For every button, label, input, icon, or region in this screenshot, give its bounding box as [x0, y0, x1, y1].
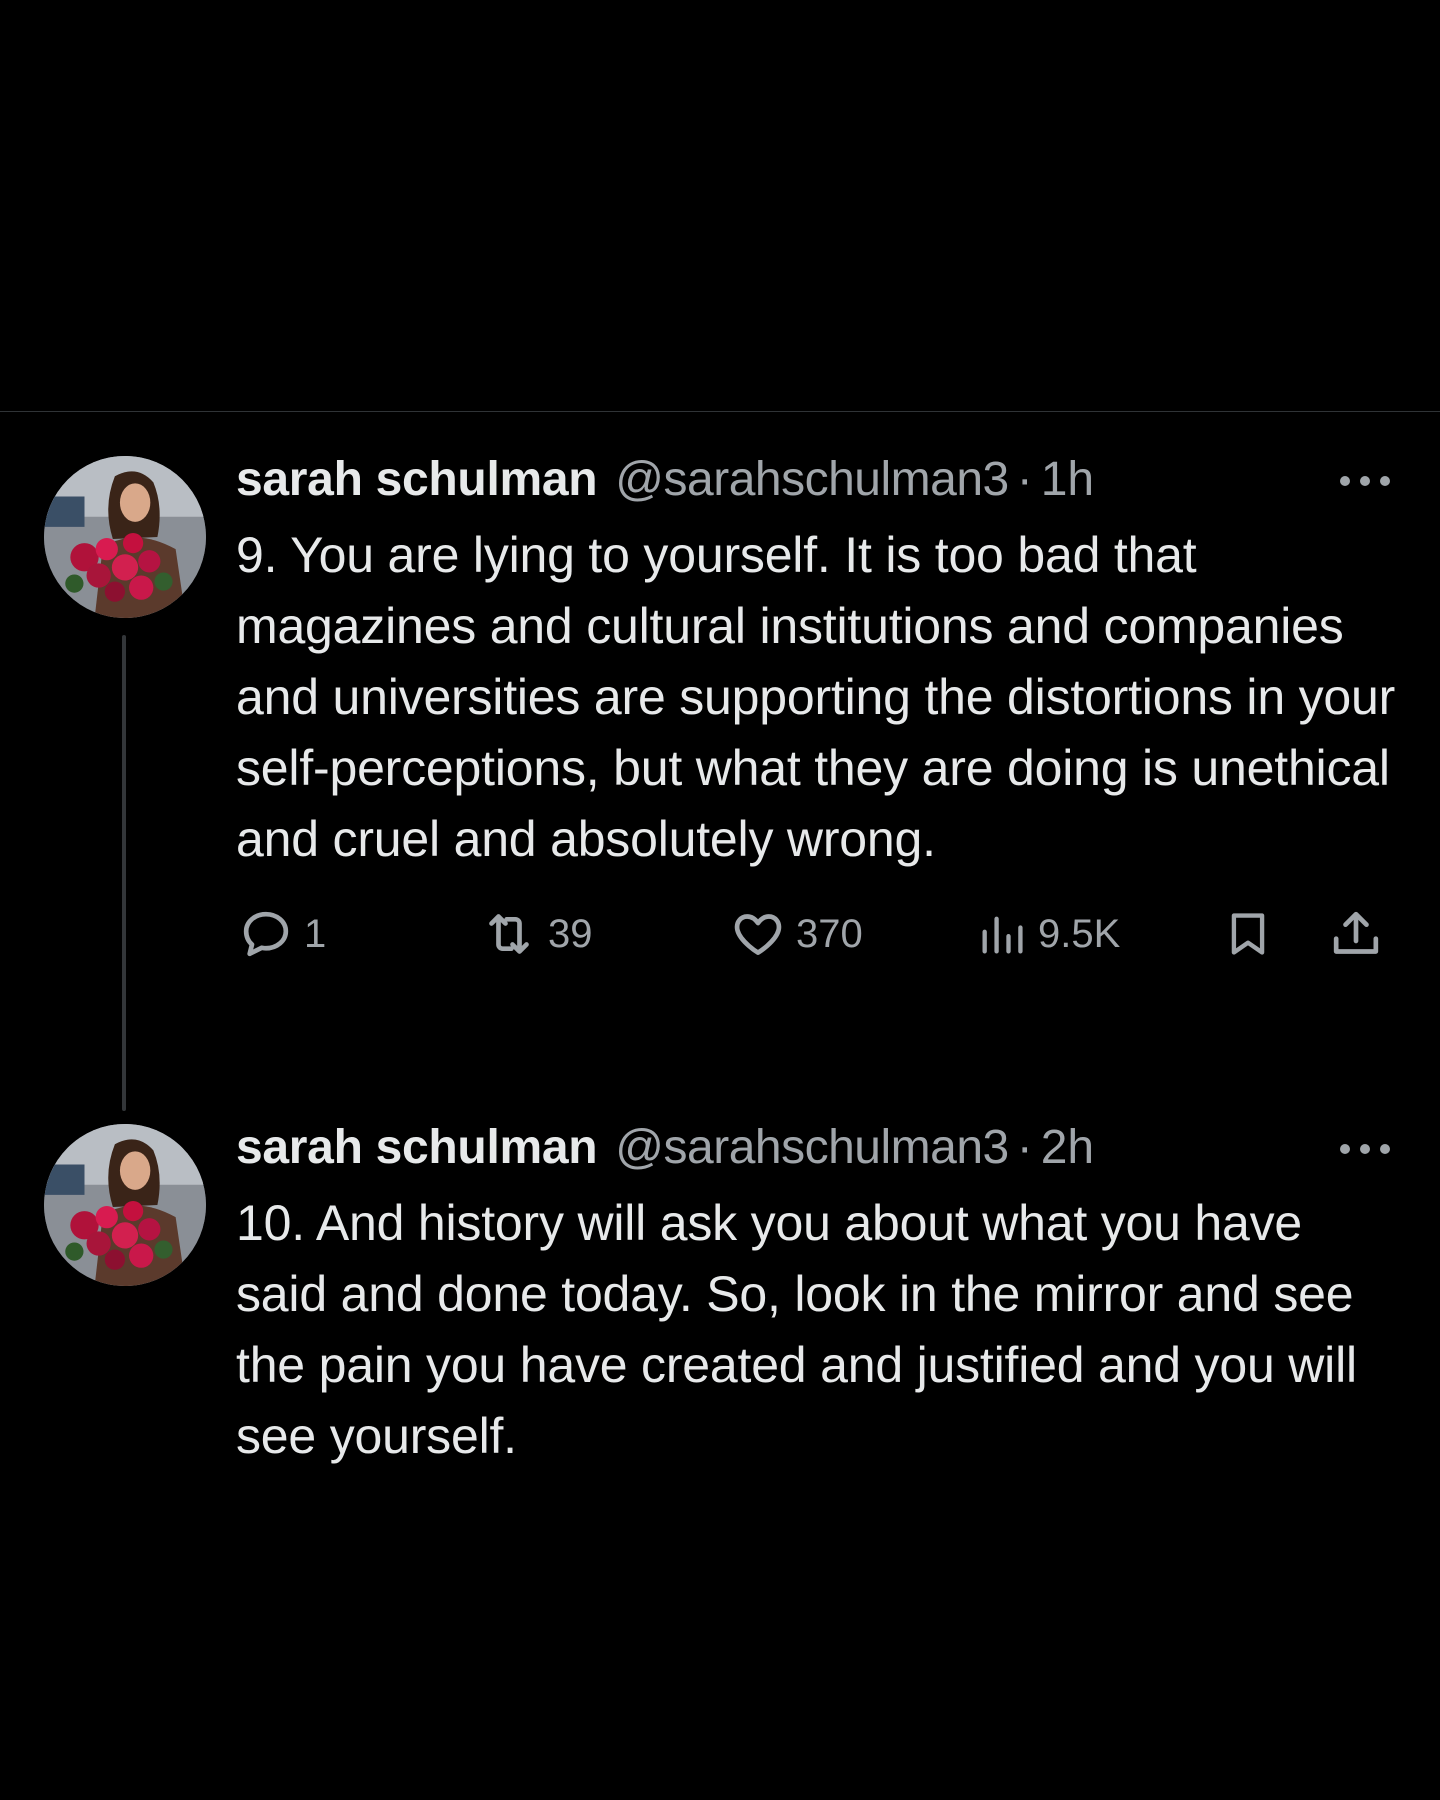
avatar[interactable] — [44, 1124, 206, 1286]
separator-dot: · — [1016, 1121, 1033, 1174]
timestamp[interactable]: 1h — [1041, 452, 1094, 507]
display-name[interactable]: sarah schulman — [236, 452, 598, 507]
user-handle[interactable]: @sarahschulman3 — [615, 452, 1009, 507]
reply-button[interactable]: 1 — [238, 899, 326, 969]
avatar-photo — [44, 456, 206, 618]
heart-icon — [734, 914, 782, 955]
repost-icon — [489, 914, 529, 954]
like-button[interactable]: 370 — [730, 899, 863, 969]
more-dots-icon[interactable] — [1338, 1142, 1392, 1156]
reply-icon — [243, 911, 289, 957]
views-button[interactable]: 9.5K — [976, 899, 1120, 969]
tweet-content: sarah schulman @sarahschulman3 · 2h 10. … — [236, 1120, 1396, 1472]
top-divider — [0, 411, 1440, 412]
repost-count: 39 — [548, 911, 593, 956]
thread-connector-line — [122, 635, 126, 1111]
avatar-photo — [44, 1124, 206, 1286]
like-count: 370 — [796, 911, 863, 956]
tweet-content: sarah schulman @sarahschulman3 · 1h 9. Y… — [236, 452, 1396, 969]
more-dots-icon[interactable] — [1338, 474, 1392, 488]
display-name[interactable]: sarah schulman — [236, 1120, 598, 1175]
views-chart-icon — [982, 916, 1023, 954]
tweet-header: sarah schulman @sarahschulman3 · 1h — [236, 452, 1396, 514]
tweet-text: 10. And history will ask you about what … — [236, 1195, 1357, 1464]
view-count: 9.5K — [1038, 911, 1121, 956]
repost-button[interactable]: 39 — [480, 899, 593, 969]
timestamp[interactable]: 2h — [1041, 1120, 1094, 1175]
tweet-actions: 1 39 370 9.5K — [236, 899, 1396, 969]
thread-screen: sarah schulman @sarahschulman3 · 1h 9. Y… — [0, 0, 1440, 1800]
separator-dot: · — [1016, 453, 1033, 506]
bookmark-button[interactable] — [1222, 899, 1274, 969]
tweet-text: 9. You are lying to yourself. It is too … — [236, 527, 1396, 867]
share-icon — [1333, 911, 1379, 954]
share-button[interactable] — [1328, 899, 1384, 969]
bookmark-icon — [1231, 913, 1265, 955]
tweet-header: sarah schulman @sarahschulman3 · 2h — [236, 1120, 1396, 1182]
user-handle[interactable]: @sarahschulman3 — [615, 1120, 1009, 1175]
avatar[interactable] — [44, 456, 206, 618]
reply-count: 1 — [304, 911, 327, 956]
